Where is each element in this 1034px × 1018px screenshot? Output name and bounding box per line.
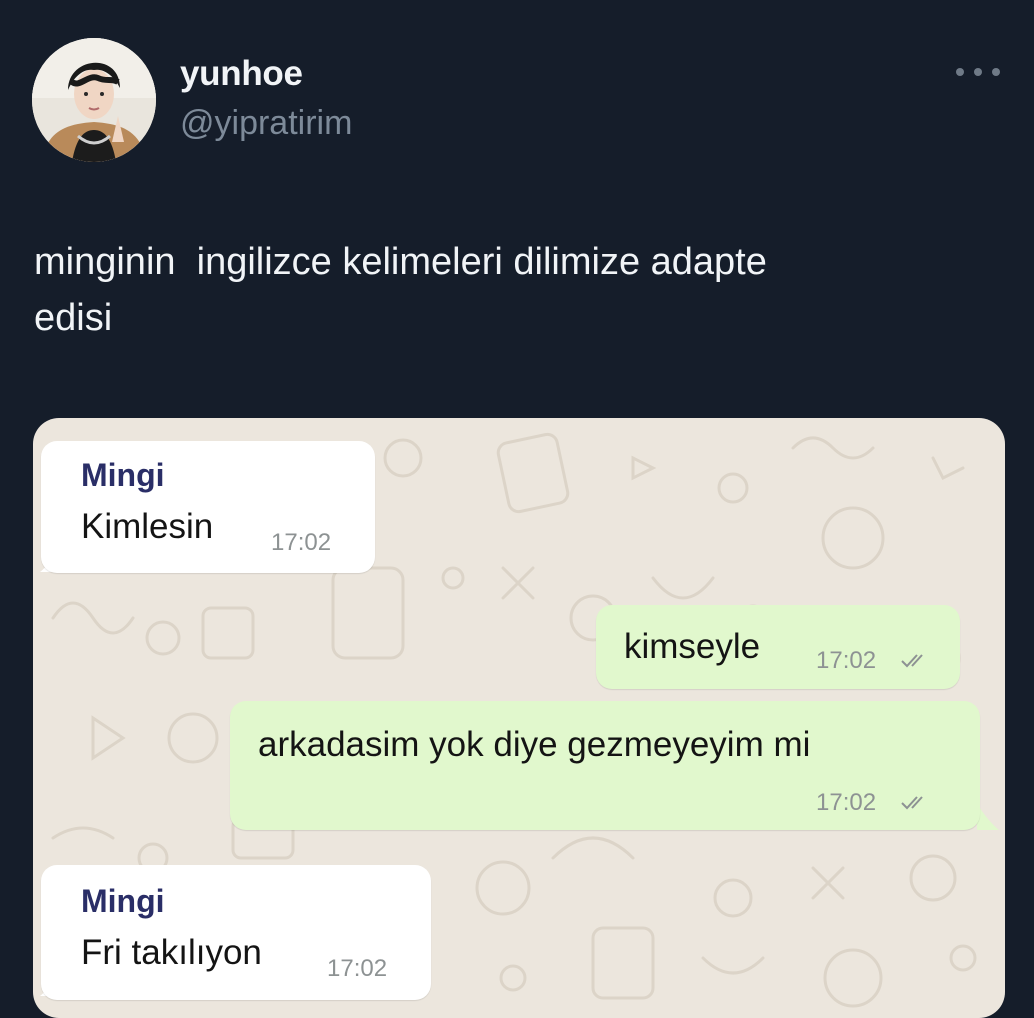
message-sender: Mingi [81,457,165,493]
message-bubble-outgoing[interactable]: kimseyle 17:02 [596,605,960,689]
message-text: arkadasim yok diye gezmeyeyim mi [258,725,811,764]
message-text: Kimlesin [81,507,214,546]
author-name[interactable]: yunhoe [180,54,303,94]
more-dots-icon[interactable] [956,60,1000,84]
message-bubble-incoming[interactable]: Mingi Fri takılıyon 17:02 [41,865,431,1000]
double-check-icon [901,654,923,668]
message-time: 17:02 [816,647,877,674]
message-time: 17:02 [816,789,877,816]
message-bubble-outgoing[interactable]: arkadasim yok diye gezmeyeyim mi 17:02 [230,701,980,830]
dot [992,68,1000,76]
message-time: 17:02 [327,955,388,982]
message-text: kimseyle [624,627,761,666]
bubble-tail [977,804,999,830]
tweet-text: minginin ingilizce kelimeleri dilimize a… [34,241,767,339]
message-sender: Mingi [81,883,165,919]
avatar-photo [32,38,156,162]
dot [956,68,964,76]
message-bubble-incoming[interactable]: Mingi Kimlesin 17:02 [41,441,375,573]
message-text: Fri takılıyon [81,933,262,972]
author-avatar[interactable] [32,38,156,162]
message-time: 17:02 [271,529,332,556]
tweet-media-image[interactable]: Mingi Kimlesin 17:02 kimseyle 17:02 arka… [33,418,1005,1018]
author-handle[interactable]: @yipratirim [180,104,352,143]
double-check-icon [901,796,923,810]
dot [974,68,982,76]
